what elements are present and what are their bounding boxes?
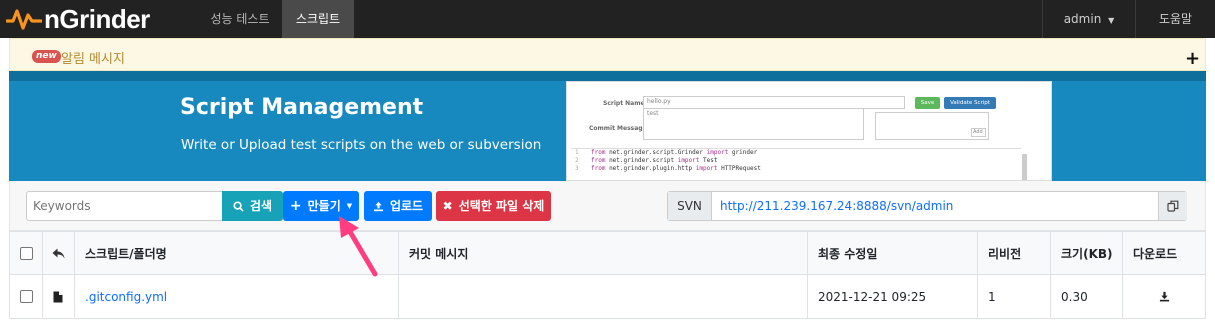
svn-label: SVN <box>668 192 712 220</box>
preview-scrollbar <box>1022 154 1027 180</box>
col-header-revision: 리비전 <box>978 232 1051 275</box>
plus-icon: + <box>289 198 302 214</box>
row-revision-cell: 1 <box>978 275 1051 318</box>
user-name: admin <box>1063 12 1102 26</box>
delete-button-label: 선택한 파일 삭제 <box>458 199 545 213</box>
row-checkbox[interactable] <box>20 290 33 303</box>
nav-performance-test[interactable]: 성능 테스트 <box>198 0 282 38</box>
editor-preview-image: Script Name hello.py Save Validate Scrip… <box>566 81 1052 181</box>
select-all-cell <box>10 232 43 275</box>
row-size-cell: 0.30 <box>1051 275 1123 318</box>
row-download-cell <box>1123 275 1205 318</box>
col-header-modified[interactable]: 최종 수정일 <box>808 232 978 275</box>
script-toolbar: 검색 + 만들기 ▼ 업로드 ✖ 선택한 파일 삭제 SVN http://21… <box>9 181 1206 231</box>
keyword-search-input[interactable] <box>26 191 223 221</box>
preview-add-button: Add <box>971 128 986 137</box>
copy-url-button[interactable] <box>1158 192 1187 220</box>
expand-icon[interactable]: + <box>1185 50 1200 68</box>
row-type-cell <box>43 275 75 318</box>
row-select-cell <box>10 275 43 318</box>
preview-code-line: 3 from net.grinder.plugin.http import HTT… <box>575 165 761 172</box>
banner-subtitle: Write or Upload test scripts on the web … <box>181 137 542 153</box>
nav-script[interactable]: 스크립트 <box>282 0 354 38</box>
svn-url-field[interactable]: http://211.239.167.24:8888/svn/admin <box>720 192 953 220</box>
upload-button-label: 업로드 <box>389 199 424 213</box>
preview-commit-field: test <box>643 108 864 140</box>
search-button-label: 검색 <box>249 199 273 213</box>
preview-script-name-label: Script Name <box>603 100 645 107</box>
brand-name: nGrinder <box>44 3 150 34</box>
search-button[interactable]: 검색 <box>222 191 283 221</box>
search-icon <box>233 200 244 212</box>
col-header-download: 다운로드 <box>1123 232 1205 275</box>
notice-bar: new 알림 메시지 + <box>9 38 1206 71</box>
file-icon <box>53 291 63 302</box>
parent-folder-cell <box>43 232 75 275</box>
brand-logo[interactable]: nGrinder <box>6 3 150 34</box>
help-link[interactable]: 도움말 <box>1136 0 1215 38</box>
notice-label: 알림 메시지 <box>61 52 125 67</box>
script-file-link[interactable]: . gitconfig.yml <box>85 290 167 304</box>
script-table: 스크립트/폴더명 커밋 메시지 최종 수정일 리비전 크기(KB) 다운로드 .… <box>9 231 1206 319</box>
preview-validate-button: Validate Script <box>944 97 996 109</box>
col-header-size[interactable]: 크기(KB) <box>1051 232 1123 275</box>
select-all-checkbox[interactable] <box>20 246 33 260</box>
banner-strip <box>9 71 1206 81</box>
col-header-commit: 커밋 메시지 <box>399 232 808 275</box>
row-commit-cell <box>399 275 808 318</box>
reply-arrow-icon[interactable] <box>52 248 65 259</box>
delete-selected-button[interactable]: ✖ 선택한 파일 삭제 <box>436 191 551 221</box>
download-icon[interactable] <box>1159 291 1170 302</box>
copy-icon <box>1167 200 1179 212</box>
user-menu[interactable]: admin ▼ <box>1043 0 1135 38</box>
new-badge: new <box>32 50 61 63</box>
svn-url-group: SVN http://211.239.167.24:8888/svn/admin <box>667 191 1187 221</box>
preview-commit-label: Commit Message <box>589 125 647 132</box>
script-management-banner: Script Management Write or Upload test s… <box>9 71 1206 181</box>
preview-code-line: 2 from net.grinder.script import Test <box>575 157 718 164</box>
banner-title: Script Management <box>180 95 424 120</box>
preview-save-button: Save <box>915 97 940 109</box>
pulse-logo-icon <box>6 9 42 30</box>
caret-down-icon: ▼ <box>1108 16 1115 25</box>
preview-code: 1 from net.grinder.script.Grinder import … <box>571 148 1021 180</box>
top-navbar: nGrinder 성능 테스트 스크립트 admin ▼ 도움말 <box>0 0 1215 38</box>
row-modified-cell: 2021-12-21 09:25 <box>808 275 978 318</box>
annotation-arrow-icon <box>339 216 378 277</box>
preview-code-line: 1 from net.grinder.script.Grinder import … <box>575 149 758 156</box>
close-icon: ✖ <box>442 199 453 213</box>
